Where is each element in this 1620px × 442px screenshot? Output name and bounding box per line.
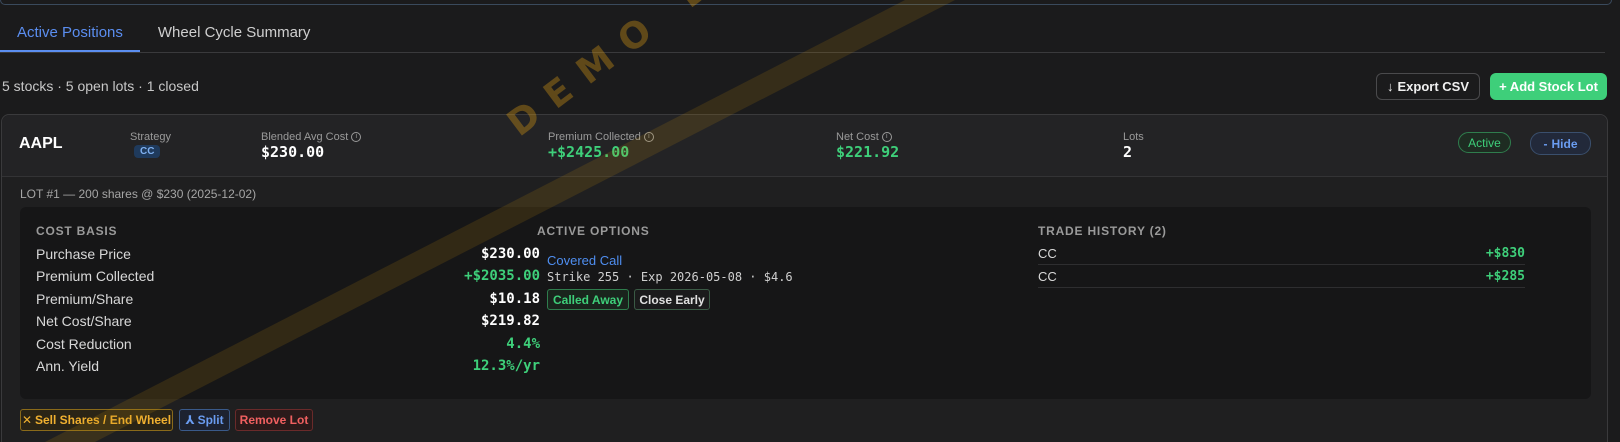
tab-bar: Active Positions Wheel Cycle Summary [0, 16, 1605, 53]
option-type-link[interactable]: Covered Call [547, 253, 622, 268]
trade-amount: +$285 [1485, 268, 1525, 284]
cost-basis-value: $230.00 [480, 246, 540, 262]
remove-lot-button[interactable]: Remove Lot [235, 409, 313, 431]
export-csv-button[interactable]: ↓ Export CSV [1376, 73, 1480, 100]
called-away-button[interactable]: Called Away [547, 289, 629, 310]
info-icon[interactable]: i [643, 132, 654, 142]
premium-collected-value: +$2425.00 [548, 143, 630, 161]
positions-summary: 5 stocks · 5 open lots · 1 closed [2, 78, 199, 94]
cost-basis-label: Premium/Share [36, 291, 134, 307]
split-icon: ⅄ [185, 413, 195, 427]
hide-label: Hide [1551, 136, 1578, 151]
cost-basis-label: Net Cost/Share [36, 313, 132, 329]
lot-title: LOT #1 — 200 shares @ $230 (2025-12-02) [20, 187, 257, 201]
close-early-button[interactable]: Close Early [634, 289, 710, 310]
add-stock-lot-button[interactable]: + Add Stock Lot [1490, 73, 1607, 100]
cost-basis-label: Premium Collected [36, 268, 155, 284]
info-icon[interactable]: i [351, 132, 362, 142]
cost-basis-row: Premium Collected +$2035.00 [36, 265, 540, 287]
blended-label-text: Blended Avg Cost [261, 131, 349, 143]
position-header[interactable]: AAPL Strategy CC Blended Avg Cost i $230… [2, 115, 1607, 177]
cost-basis-value: 4.4% [506, 336, 540, 352]
net-cost-value: $221.92 [836, 143, 900, 161]
trade-history-title: TRADE HISTORY (2) [1038, 224, 1167, 238]
ticker-symbol: AAPL [19, 135, 63, 152]
position-card: AAPL Strategy CC Blended Avg Cost i $230… [1, 114, 1608, 442]
status-badge: Active [1458, 132, 1511, 153]
lots-label-text: Lots [1123, 131, 1144, 143]
lots-value: 2 [1123, 143, 1133, 161]
hide-button[interactable]: - Hide [1530, 132, 1591, 155]
split-label: Split [197, 413, 224, 427]
cost-basis-value: +$2035.00 [464, 268, 540, 284]
tab-wheel-cycle-summary[interactable]: Wheel Cycle Summary [140, 16, 328, 52]
lot-details-panel: COST BASIS Purchase Price $230.00 Premiu… [20, 207, 1591, 399]
download-arrow-icon: ↓ [1386, 79, 1394, 94]
lots-label: Lots [1123, 131, 1144, 143]
strategy-label-text: Strategy [130, 131, 171, 143]
close-x-icon: ✕ [21, 413, 32, 427]
tab-active-positions[interactable]: Active Positions [0, 16, 140, 52]
top-panel-edge [0, 0, 1612, 5]
net-cost-label: Net Cost i [836, 131, 892, 143]
premium-label-text: Premium Collected [548, 131, 641, 143]
export-csv-label: Export CSV [1397, 79, 1469, 94]
cost-basis-title: COST BASIS [36, 224, 118, 238]
cost-basis-row: Cost Reduction 4.4% [36, 333, 540, 355]
cost-basis-row: Net Cost/Share $219.82 [36, 310, 540, 332]
cost-basis-label: Ann. Yield [36, 358, 100, 374]
cost-basis-value: $219.82 [480, 313, 540, 329]
trade-history-row: CC +$285 [1038, 265, 1525, 288]
info-icon[interactable]: i [881, 132, 892, 142]
strategy-badge: CC [134, 145, 161, 158]
cost-basis-label: Purchase Price [36, 246, 131, 262]
premium-collected-label: Premium Collected i [548, 131, 654, 143]
cost-basis-row: Premium/Share $10.18 [36, 288, 540, 310]
cost-basis-label: Cost Reduction [36, 336, 132, 352]
active-options-title: ACTIVE OPTIONS [537, 224, 650, 238]
trade-amount: +$830 [1485, 245, 1525, 261]
trade-type: CC [1038, 268, 1057, 284]
split-button[interactable]: ⅄ Split [179, 409, 230, 431]
strategy-label: Strategy [130, 131, 171, 143]
cost-basis-value: $10.18 [489, 291, 540, 307]
blended-avg-cost-value: $230.00 [261, 143, 325, 161]
net-cost-label-text: Net Cost [836, 131, 879, 143]
cost-basis-value: 12.3%/yr [472, 358, 540, 374]
sell-shares-label: Sell Shares / End Wheel [35, 413, 172, 427]
cost-basis-row: Ann. Yield 12.3%/yr [36, 355, 540, 377]
option-detail: Strike 255 · Exp 2026-05-08 · $4.6 [547, 270, 793, 284]
trade-type: CC [1038, 245, 1057, 261]
collapse-icon: - [1543, 136, 1548, 151]
sell-shares-button[interactable]: ✕ Sell Shares / End Wheel [20, 409, 173, 431]
blended-avg-cost-label: Blended Avg Cost i [261, 131, 362, 143]
trade-history-row: CC +$830 [1038, 242, 1525, 265]
cost-basis-row: Purchase Price $230.00 [36, 243, 540, 265]
